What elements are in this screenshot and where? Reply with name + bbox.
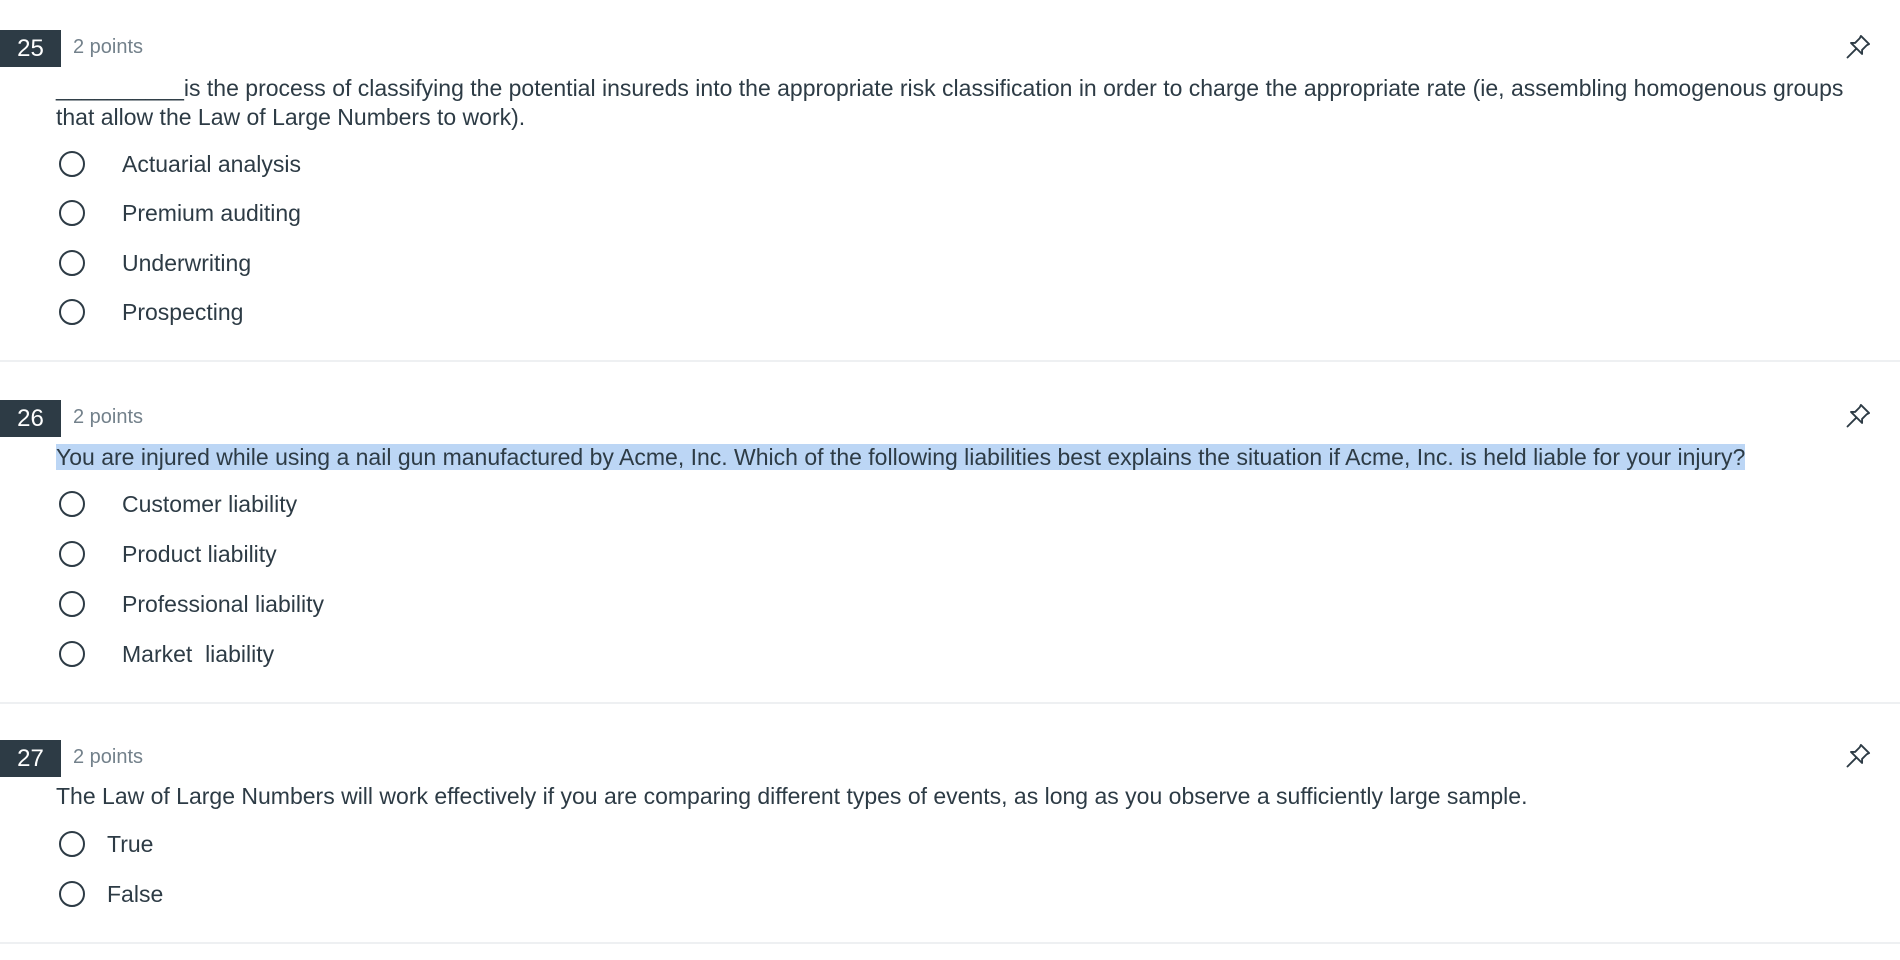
radio-button[interactable] (59, 250, 85, 276)
question-26: 26 2 points You are injured while using … (0, 362, 1900, 704)
radio-button[interactable] (59, 541, 85, 567)
answer-label: Customer liability (122, 490, 298, 517)
answer-label: Premium auditing (122, 199, 301, 226)
radio-button[interactable] (59, 200, 85, 226)
question-points: 2 points (73, 746, 144, 768)
answer-option[interactable]: Actuarial analysis (56, 147, 301, 181)
radio-button[interactable] (59, 151, 85, 177)
question-text: __________is the process of classifying … (56, 75, 1844, 130)
answer-label: True (107, 830, 154, 857)
answer-option[interactable]: Premium auditing (56, 196, 301, 230)
answer-label: Actuarial analysis (122, 150, 301, 177)
question-number: 25 (0, 30, 61, 67)
answer-label: False (107, 880, 164, 907)
radio-button[interactable] (59, 641, 85, 667)
question-27: 27 2 points The Law of Large Numbers wil… (0, 704, 1900, 944)
answer-option[interactable]: Market liability (56, 637, 274, 671)
answer-label: Underwriting (122, 249, 252, 276)
answer-option[interactable]: Professional liability (56, 587, 324, 621)
pin-icon[interactable] (1844, 402, 1872, 430)
answer-label: Product liability (122, 540, 277, 567)
radio-button[interactable] (59, 881, 85, 907)
question-number: 27 (0, 740, 61, 777)
radio-button[interactable] (59, 491, 85, 517)
answer-option[interactable]: False (56, 877, 163, 911)
pin-icon[interactable] (1844, 742, 1872, 770)
question-points: 2 points (73, 406, 144, 428)
radio-button[interactable] (59, 831, 85, 857)
question-text: You are injured while using a nail gun m… (56, 443, 1866, 472)
question-number: 26 (0, 400, 61, 437)
selected-text-highlight: You are injured while using a nail gun m… (56, 444, 1746, 470)
answer-option[interactable]: Underwriting (56, 246, 251, 280)
pin-icon[interactable] (1844, 33, 1872, 61)
answer-label: Market liability (122, 640, 275, 667)
radio-button[interactable] (59, 299, 85, 325)
question-25: 25 2 points __________is the process of … (0, 0, 1900, 362)
answer-option[interactable]: Product liability (56, 537, 277, 571)
question-points: 2 points (73, 36, 144, 58)
question-text: The Law of Large Numbers will work effec… (56, 783, 1528, 809)
radio-button[interactable] (59, 591, 85, 617)
answer-label: Professional liability (122, 590, 324, 617)
answer-option[interactable]: True (56, 827, 153, 861)
answer-option[interactable]: Prospecting (56, 295, 243, 329)
answer-label: Prospecting (122, 298, 244, 325)
answer-option[interactable]: Customer liability (56, 487, 297, 521)
